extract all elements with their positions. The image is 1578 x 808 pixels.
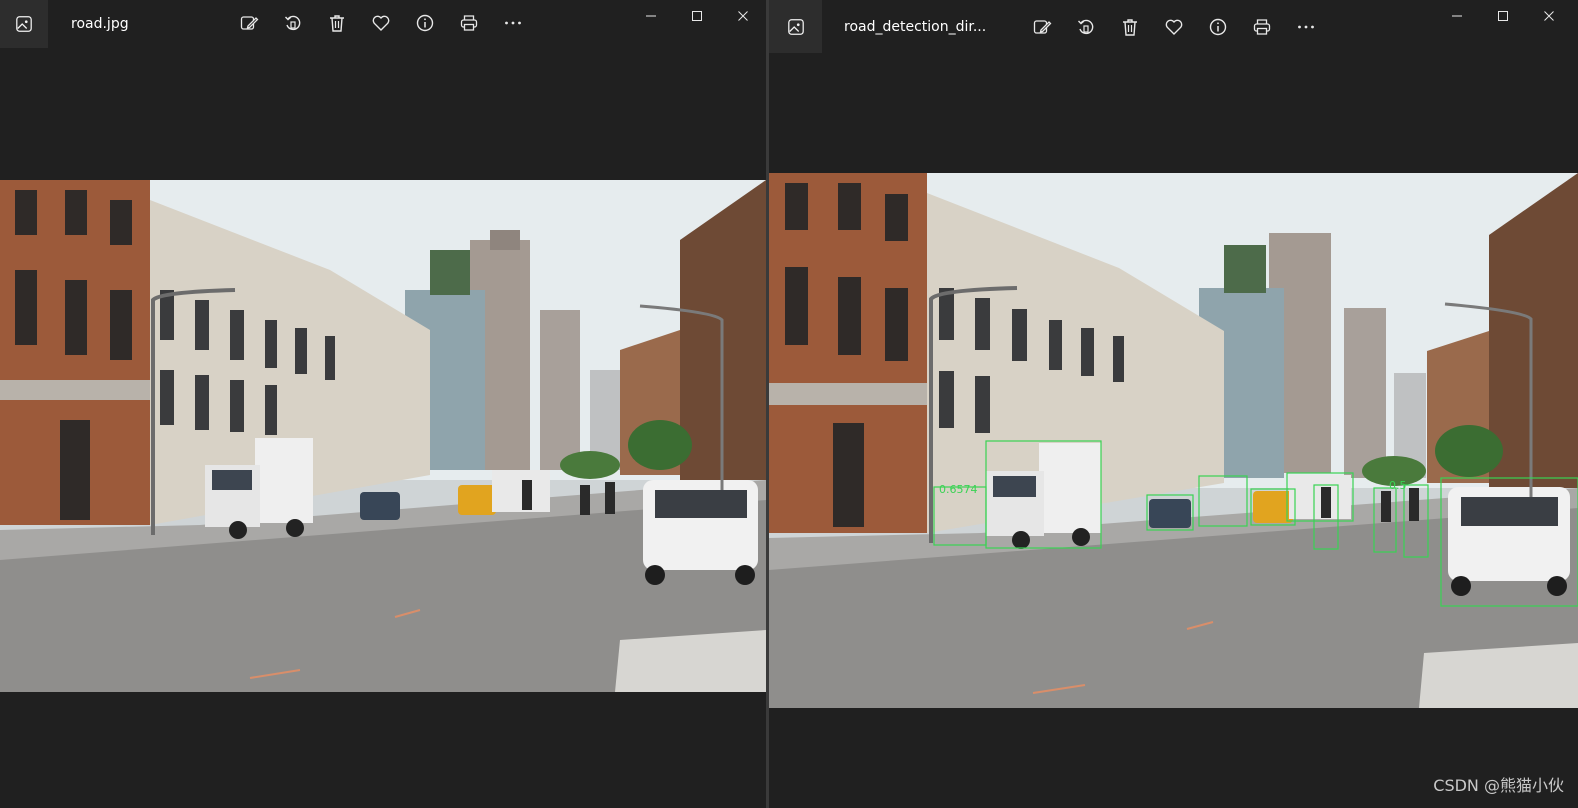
window-controls: [1434, 0, 1572, 32]
rotate-button[interactable]: [271, 7, 315, 39]
maximize-button[interactable]: [1480, 0, 1526, 32]
info-icon: [1209, 18, 1227, 36]
rotate-icon: [1078, 19, 1094, 35]
file-info-button[interactable]: [403, 7, 447, 39]
minimize-icon: [1452, 15, 1462, 17]
delete-icon: [330, 15, 344, 32]
delete-button[interactable]: [315, 7, 359, 39]
info-icon: [416, 14, 434, 32]
photos-window-left: road.jpg: [0, 0, 766, 808]
photo-street-scene: [0, 180, 766, 692]
close-button[interactable]: [720, 0, 766, 32]
favorite-button[interactable]: [1152, 11, 1196, 43]
delete-icon: [1123, 19, 1137, 36]
edit-image-button[interactable]: [227, 7, 271, 39]
print-icon: [460, 15, 478, 31]
rotate-button[interactable]: [1064, 11, 1108, 43]
photo-detection-result: 0.6574 0.5: [769, 173, 1578, 708]
minimize-button[interactable]: [1434, 0, 1480, 32]
more-icon: [1298, 25, 1314, 29]
photos-window-right: road_detection_dir... 0.6574 0.5 CSDN @熊…: [769, 0, 1578, 808]
rotate-icon: [285, 15, 301, 31]
minimize-icon: [646, 15, 656, 17]
image-toolbar: [1020, 11, 1328, 43]
detection-label: 0.5: [1389, 479, 1407, 492]
photos-app-icon[interactable]: [0, 0, 48, 48]
detection-photo-image: 0.6574 0.5: [769, 173, 1578, 708]
detection-label: 0.6574: [939, 483, 978, 496]
edit-image-icon: [1033, 20, 1052, 34]
see-more-button[interactable]: [1284, 11, 1328, 43]
see-more-button[interactable]: [491, 7, 535, 39]
file-info-button[interactable]: [1196, 11, 1240, 43]
print-icon: [1253, 19, 1271, 35]
minimize-button[interactable]: [628, 0, 674, 32]
image-toolbar: [227, 7, 535, 39]
title-bar: road.jpg: [0, 0, 766, 54]
window-controls: [628, 0, 766, 32]
street-photo-image: [0, 180, 766, 692]
edit-image-icon: [240, 16, 259, 30]
close-button[interactable]: [1526, 0, 1572, 32]
maximize-icon: [692, 11, 702, 21]
delete-button[interactable]: [1108, 11, 1152, 43]
window-title: road_detection_dir...: [844, 19, 987, 35]
title-bar: road_detection_dir...: [769, 0, 1578, 54]
maximize-icon: [1498, 11, 1508, 21]
more-icon: [505, 21, 521, 25]
print-button[interactable]: [1240, 11, 1284, 43]
favorite-button[interactable]: [359, 7, 403, 39]
csdn-watermark: CSDN @熊猫小伙: [1433, 776, 1564, 795]
edit-image-button[interactable]: [1020, 11, 1064, 43]
close-icon: [738, 11, 748, 21]
heart-icon: [1165, 19, 1183, 35]
photos-app-icon[interactable]: [769, 0, 822, 53]
window-title: road.jpg: [71, 16, 129, 32]
heart-icon: [372, 15, 390, 31]
maximize-button[interactable]: [674, 0, 720, 32]
close-icon: [1544, 11, 1554, 21]
print-button[interactable]: [447, 7, 491, 39]
